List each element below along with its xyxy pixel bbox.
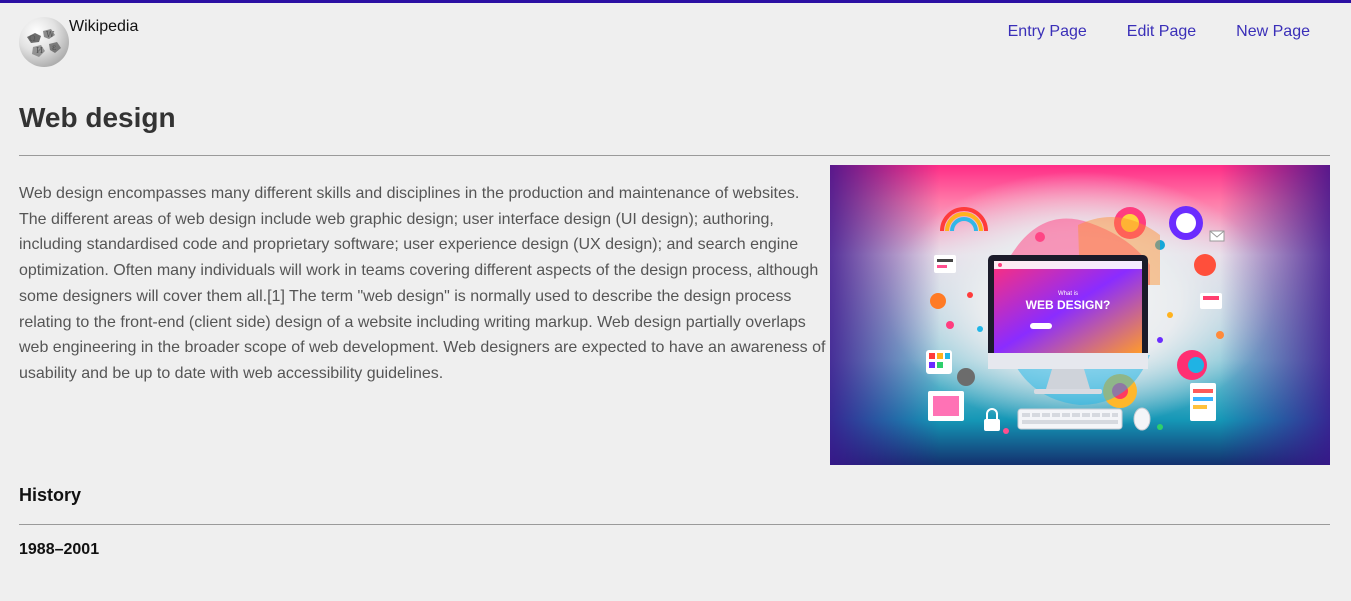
title-divider [19,155,1330,156]
top-nav: Entry Page Edit Page New Page [1008,23,1310,41]
section-divider [19,524,1330,525]
nav-entry-page-link[interactable]: Entry Page [1008,23,1087,41]
intro-paragraph: Web design encompasses many different sk… [19,185,826,382]
page-title: Web design [19,102,176,133]
nav-edit-page-link[interactable]: Edit Page [1127,23,1196,41]
web-design-hero-image: What is WEB DESIGN? [830,165,1330,465]
svg-text:ε: ε [52,43,56,52]
section-heading-history: History [19,485,82,505]
screen-headline-text: WEB DESIGN? [1026,298,1111,312]
nav-new-page-link[interactable]: New Page [1236,23,1310,41]
svg-text:Ω: Ω [29,34,36,43]
subsection-heading: 1988–2001 [19,541,100,558]
site-name[interactable]: Wikipedia [69,18,138,36]
site-header: Ω W И ε Wikipedia Entry Page Edit Page N… [0,3,1351,73]
wikipedia-globe-icon[interactable]: Ω W И ε [19,17,69,67]
screen-small-text: What is [1058,291,1078,297]
svg-text:И: И [36,46,43,55]
svg-text:W: W [46,30,55,39]
